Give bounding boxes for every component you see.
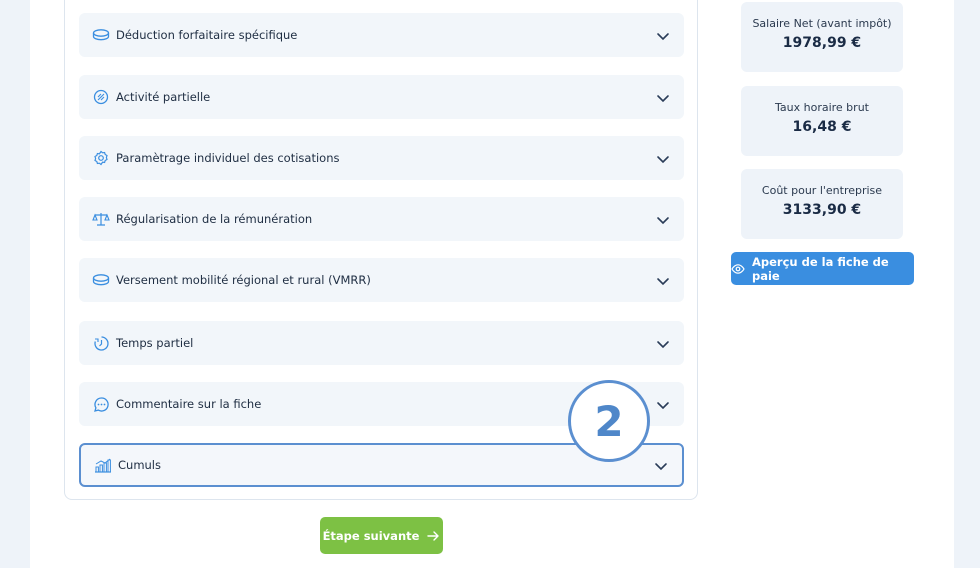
payslip-preview-button[interactable]: Aperçu de la fiche de paie (731, 252, 914, 285)
chevron-down-icon[interactable] (656, 397, 670, 411)
accordion-label: Régularisation de la rémunération (116, 212, 313, 226)
accordion-label: Cumuls (118, 458, 161, 472)
chevron-down-icon[interactable] (656, 28, 670, 42)
accordion-label: Activité partielle (116, 90, 211, 104)
chat-bubble-icon (92, 395, 110, 413)
accordion-vmrr[interactable]: Versement mobilité régional et rural (VM… (79, 258, 684, 302)
accordion-activite-partielle[interactable]: Activité partielle (79, 75, 684, 119)
payslip-preview-label: Aperçu de la fiche de paie (752, 254, 889, 283)
accordion-label: Versement mobilité régional et rural (VM… (116, 273, 371, 287)
chevron-down-icon[interactable] (656, 273, 670, 287)
chart-circle-icon (92, 88, 110, 106)
chevron-down-icon[interactable] (656, 151, 670, 165)
employer-cost-card: Coût pour l'entreprise 3133,90 € (741, 169, 903, 239)
coin-icon (92, 26, 110, 44)
clock-icon (92, 334, 110, 352)
employer-cost-label: Coût pour l'entreprise (761, 184, 883, 197)
bar-chart-icon (94, 456, 112, 474)
chevron-down-icon[interactable] (656, 212, 670, 226)
chevron-down-icon[interactable] (656, 90, 670, 104)
accordion-label: Déduction forfaitaire spécifique (116, 28, 298, 42)
eye-icon (731, 263, 745, 275)
net-salary-card: Salaire Net (avant impôt) 1978,99 € (741, 2, 903, 72)
hourly-rate-card: Taux horaire brut 16,48 € (741, 86, 903, 156)
net-salary-label: Salaire Net (avant impôt) (752, 17, 892, 30)
scale-icon (92, 210, 110, 228)
accordion-regularisation[interactable]: Régularisation de la rémunération (79, 197, 684, 241)
arrow-right-icon (427, 530, 440, 542)
step-number-badge: 2 (568, 380, 650, 462)
settings-icon (92, 149, 110, 167)
hourly-rate-label: Taux horaire brut (775, 101, 869, 114)
next-step-button[interactable]: Étape suivante (320, 517, 443, 554)
accordion-parametrage-cotisations[interactable]: Paramètrage individuel des cotisations (79, 136, 684, 180)
net-salary-value: 1978,99 € (782, 35, 862, 51)
chevron-down-icon[interactable] (654, 458, 668, 472)
chevron-down-icon[interactable] (656, 336, 670, 350)
hourly-rate-value: 16,48 € (792, 119, 852, 135)
coin-icon (92, 271, 110, 289)
accordion-deduction-forfaitaire[interactable]: Déduction forfaitaire spécifique (79, 13, 684, 57)
accordion-label: Paramètrage individuel des cotisations (116, 151, 340, 165)
accordion-temps-partiel[interactable]: Temps partiel (79, 321, 684, 365)
employer-cost-value: 3133,90 € (782, 202, 862, 218)
accordion-label: Temps partiel (116, 336, 194, 350)
next-step-label: Étape suivante (322, 528, 420, 543)
